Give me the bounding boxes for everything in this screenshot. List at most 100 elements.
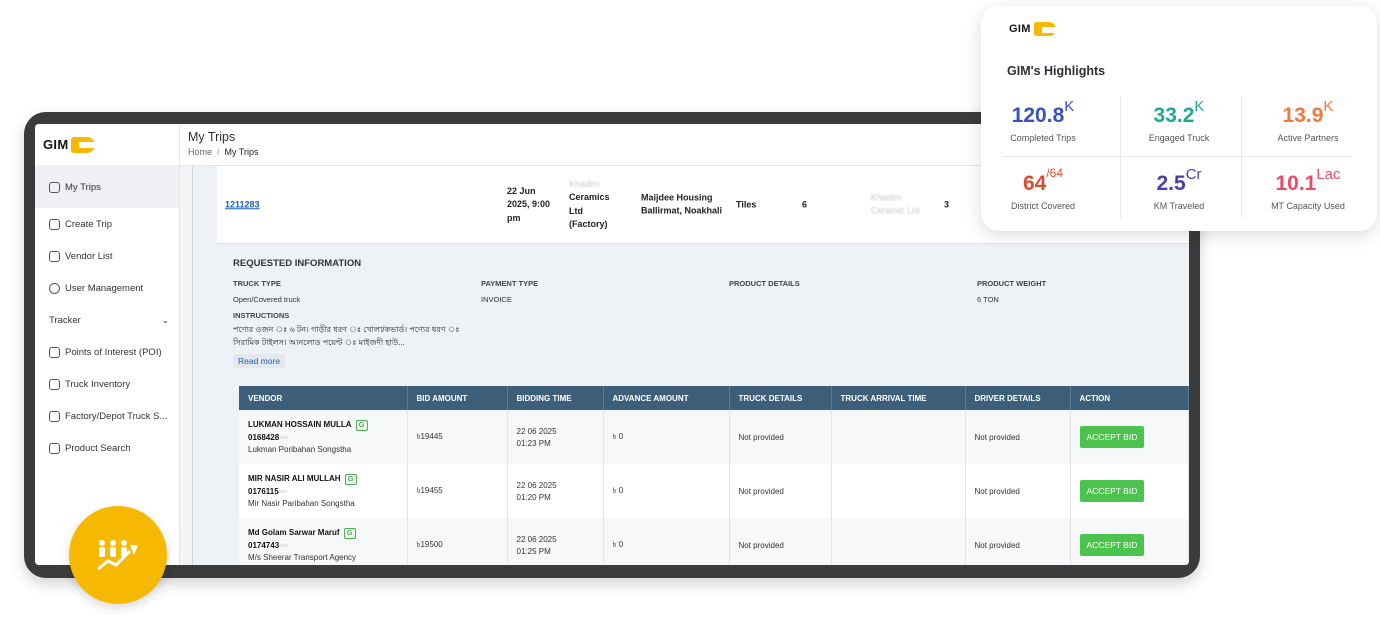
growth-people-icon <box>69 506 167 604</box>
vendor-phone: 0176115••• <box>248 487 398 496</box>
vendor-org: Lukman Poribahan Songstha <box>248 445 352 454</box>
sidebar-item-label: Factory/Depot Truck S... <box>65 410 168 422</box>
advance-amount: ৳ 0 <box>603 518 730 565</box>
trip-destination: Maijdee Housing Ballirmat, Noakhali <box>641 192 723 216</box>
sidebar-item-factory-depot[interactable]: Factory/Depot Truck S... <box>35 400 179 432</box>
driver-details: Not provided <box>965 518 1071 565</box>
bid-amount: ৳19445 <box>407 410 508 464</box>
divider <box>1241 96 1242 218</box>
action-cell: ACCEPT BID <box>1070 518 1189 565</box>
bid-amount: ৳19455 <box>407 464 508 518</box>
read-more-link[interactable]: Read more <box>233 353 286 368</box>
verified-badge-icon: G <box>344 474 357 485</box>
action-cell: ACCEPT BID <box>1070 464 1189 518</box>
sidebar-item-product-search[interactable]: Product Search <box>35 432 179 464</box>
stat-value: 13.9K <box>1248 98 1368 128</box>
sidebar-item-create-trip[interactable]: Create Trip <box>35 208 179 240</box>
vendor-name: MIR NASIR ALI MULLAH <box>248 474 341 483</box>
stat-label: Completed Trips <box>1010 133 1076 143</box>
table-row: Md Golam Sarwar Maruf G 0174743••• M/s Sh… <box>239 518 1189 565</box>
trip-id-link[interactable]: 1211283 <box>225 198 260 212</box>
stat-number: 2.5 <box>1156 172 1186 195</box>
verified-badge-icon: G <box>355 420 368 431</box>
stat-completed-trips: 120.8K Completed Trips <box>983 98 1103 143</box>
sidebar-item-vendor-list[interactable]: Vendor List <box>35 240 179 272</box>
table-row: LUKMAN HOSSAIN MULLA G 0168428••• Lukman … <box>239 410 1189 464</box>
trip-bid-count: 3 <box>944 198 950 209</box>
vendor-name: LUKMAN HOSSAIN MULLA <box>248 420 352 429</box>
truck-arrival <box>831 464 966 518</box>
bidding-time: 22 06 2025 01:20 PM <box>507 464 604 518</box>
driver-details: Not provided <box>965 464 1071 518</box>
breadcrumb-home[interactable]: Home <box>188 147 212 157</box>
sidebar-item-poi[interactable]: Points of Interest (POI) <box>35 336 179 368</box>
stat-value: 64/64 <box>983 166 1103 196</box>
factory-icon <box>49 410 60 422</box>
stat-label: KM Traveled <box>1153 201 1205 211</box>
bid-date: 22 06 2025 <box>516 426 557 436</box>
payment-type-label: PAYMENT TYPE <box>481 279 539 288</box>
instructions-label: INSTRUCTIONS <box>233 311 290 320</box>
vendor-phone-masked: ••• <box>278 487 288 496</box>
sidebar-logo[interactable]: GIM <box>35 124 179 166</box>
logo-mark-icon <box>71 136 96 153</box>
bid-amount: ৳19500 <box>407 518 508 565</box>
stat-label: District Covered <box>1010 201 1075 211</box>
stat-label: Active Partners <box>1277 133 1339 143</box>
truck-type-value: Open/Covered truck <box>233 295 301 304</box>
bids-table: VENDOR BID AMOUNT BIDDING TIME ADVANCE A… <box>239 386 1189 565</box>
section-title: REQUESTED INFORMATION <box>233 258 362 269</box>
sidebar-item-my-trips[interactable]: My Trips <box>35 166 179 208</box>
stat-unit: K <box>1323 98 1334 115</box>
stat-value: 33.2K <box>1119 98 1239 128</box>
sidebar-item-tracker[interactable]: Tracker ⌄ <box>35 304 179 336</box>
trip-origin-blurred: Khadim <box>569 178 600 189</box>
stat-unit: K <box>1194 98 1205 115</box>
stat-number: 33.2 <box>1153 104 1195 127</box>
accept-bid-button[interactable]: ACCEPT BID <box>1079 480 1145 502</box>
growth-chart-icon <box>97 540 138 571</box>
poi-icon <box>49 346 60 358</box>
vendor-org: Mir Nasir Paribahan Songstha <box>248 499 355 508</box>
sidebar-item-label: Create Trip <box>65 218 112 230</box>
truck-details: Not provided <box>729 464 832 518</box>
accept-bid-button[interactable]: ACCEPT BID <box>1079 534 1145 556</box>
stat-engaged-truck: 33.2K Engaged Truck <box>1119 98 1239 143</box>
col-truck-arrival: TRUCK ARRIVAL TIME <box>831 386 966 410</box>
stat-district-covered: 64/64 District Covered <box>983 166 1103 211</box>
sidebar-item-truck-inventory[interactable]: Truck Inventory <box>35 368 179 400</box>
truck-type-label: TRUCK TYPE <box>233 279 281 288</box>
stat-km-traveled: 2.5Cr KM Traveled <box>1119 166 1239 211</box>
stat-label: MT Capacity Used <box>1271 201 1345 211</box>
payment-type-value: INVOICE <box>481 295 512 304</box>
stat-unit: K <box>1064 98 1075 115</box>
truck-arrival <box>831 410 966 464</box>
divider <box>1003 156 1351 157</box>
col-bid-amount: BID AMOUNT <box>407 386 508 410</box>
stat-unit: Lac <box>1316 166 1341 183</box>
bid-time: 01:25 PM <box>516 546 551 556</box>
highlights-card: GIM GIM's Highlights 120.8K Completed Tr… <box>981 6 1377 231</box>
table-header-row: VENDOR BID AMOUNT BIDDING TIME ADVANCE A… <box>239 386 1189 410</box>
advance-amount: ৳ 0 <box>603 464 730 518</box>
vendor-cell: MIR NASIR ALI MULLAH G 0176115••• Mir Nas… <box>239 464 408 518</box>
breadcrumb-separator: / <box>217 147 220 157</box>
sidebar-item-user-management[interactable]: User Management <box>35 272 179 304</box>
stat-unit: Cr <box>1185 166 1202 183</box>
user-icon <box>49 282 60 294</box>
trip-vendor-blurred: Khadim Ceramic Ltd <box>871 192 920 216</box>
verified-badge-icon: G <box>343 528 356 539</box>
card-logo-text: GIM <box>1009 23 1031 35</box>
create-trip-icon <box>49 218 60 230</box>
trip-origin: Khadim Ceramics Ltd (Factory) <box>569 178 621 232</box>
vendor-phone-number: 0174743 <box>248 541 280 550</box>
accept-bid-button[interactable]: ACCEPT BID <box>1079 426 1145 448</box>
vendor-phone: 0174743••• <box>248 541 398 550</box>
trip-product: Tiles <box>736 198 757 209</box>
payment-type: PAYMENT TYPE INVOICE <box>481 279 538 304</box>
card-logo-mark-icon <box>1033 22 1058 36</box>
action-cell: ACCEPT BID <box>1070 410 1189 464</box>
truck-arrival <box>831 518 966 565</box>
stat-mt-capacity: 10.1Lac MT Capacity Used <box>1248 166 1368 211</box>
bid-date: 22 06 2025 <box>516 480 557 490</box>
